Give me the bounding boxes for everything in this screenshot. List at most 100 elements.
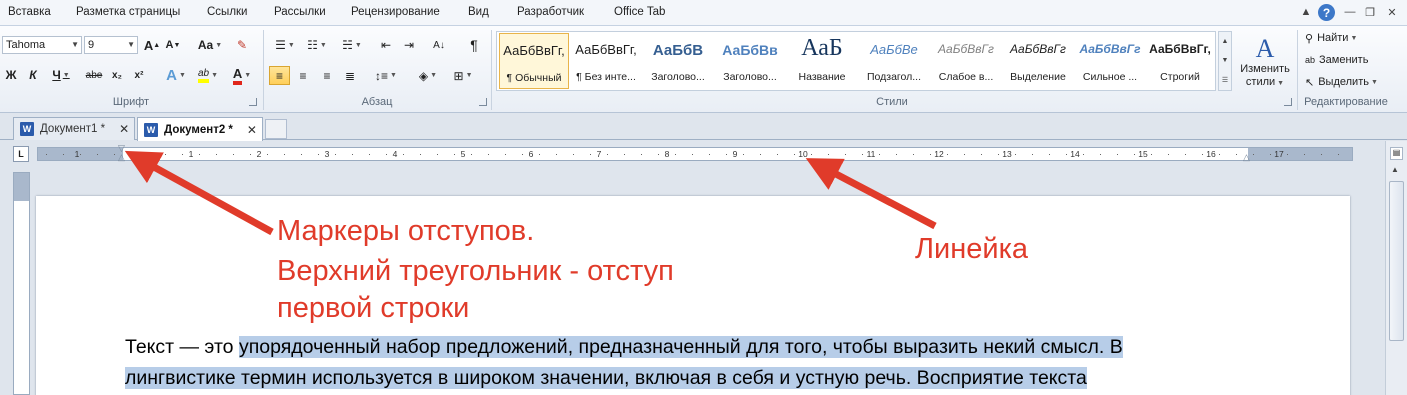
- align-right-button[interactable]: ≡: [317, 66, 337, 85]
- styles-gallery: АаБбВвГг, ¶ Обычный АаБбВвГг, ¶ Без инте…: [496, 31, 1216, 91]
- text-effects-button[interactable]: A ▼: [163, 66, 189, 84]
- scroll-up-icon[interactable]: ▲: [1391, 165, 1399, 174]
- grow-font-button[interactable]: A ▲: [143, 36, 161, 54]
- ruler-tick: [930, 154, 931, 155]
- style-strong[interactable]: АаБбВвГг, Строгий: [1145, 33, 1215, 89]
- document-line-1[interactable]: Текст — это упорядоченный набор предложе…: [125, 336, 1123, 359]
- line-spacing-button[interactable]: ↕≡ ▼: [371, 66, 401, 85]
- tab-mailings[interactable]: Рассылки: [274, 6, 326, 18]
- ruler-tick: [522, 154, 523, 155]
- tab-developer[interactable]: Разработчик: [517, 6, 584, 18]
- ruler-tick: [692, 154, 693, 155]
- ruler-number: 16: [1206, 149, 1216, 159]
- justify-button[interactable]: ≣: [340, 66, 360, 85]
- scrollbar-thumb[interactable]: [1389, 181, 1404, 341]
- style-no-spacing[interactable]: АаБбВвГг, ¶ Без инте...: [571, 33, 641, 89]
- paragraph-dialog-launcher-icon[interactable]: [479, 98, 487, 106]
- change-case-button[interactable]: Aa ▼: [196, 36, 224, 54]
- subscript-button[interactable]: x₂: [108, 66, 126, 84]
- styles-dialog-launcher-icon[interactable]: [1284, 98, 1292, 106]
- numbering-button[interactable]: ☷ ▼: [303, 36, 331, 54]
- font-color-button[interactable]: A ▼: [227, 66, 257, 85]
- tab-stop-selector[interactable]: L: [13, 146, 29, 162]
- shrink-font-button[interactable]: A ▼: [164, 36, 182, 54]
- style-heading-2[interactable]: АаБбВв Заголово...: [715, 33, 785, 89]
- style-subtle-emphasis[interactable]: АаБбВвГг Слабое в...: [931, 33, 1001, 89]
- tab-insert[interactable]: Вставка: [8, 6, 51, 18]
- strikethrough-button[interactable]: abe: [83, 66, 105, 84]
- ribbon-minimize-icon[interactable]: ▲: [1298, 4, 1314, 20]
- select-button[interactable]: ↖ Выделить ▼: [1305, 74, 1378, 90]
- style-heading-1[interactable]: АаБбВ Заголово...: [643, 33, 713, 89]
- bold-button[interactable]: Ж: [2, 66, 20, 84]
- tab-page-layout[interactable]: Разметка страницы: [76, 6, 180, 18]
- font-dialog-launcher-icon[interactable]: [249, 98, 257, 106]
- style-sample: АаБбВвГг: [1010, 42, 1066, 56]
- ruler-tick: [471, 154, 472, 155]
- chevron-up-icon[interactable]: ▲: [1222, 38, 1229, 45]
- shading-button[interactable]: ◈ ▼: [413, 66, 443, 85]
- ribbon: Tahoma ▼ 9 ▼ A ▲ A ▼ Aa ▼ ✎ Ж К Ч ▼ abe x₂ x² …: [0, 26, 1407, 113]
- tab-references[interactable]: Ссылки: [207, 6, 248, 18]
- right-indent-marker[interactable]: △: [1243, 153, 1250, 162]
- change-styles-button[interactable]: A Изменить стили ▼: [1237, 30, 1293, 94]
- document-line-2[interactable]: лингвистике термин используется в широко…: [125, 367, 1087, 390]
- horizontal-ruler[interactable]: 1 1 2 3 4 5 6 7 8 9 10 11 12 13 14 15 16 17 ▽ △ △: [37, 144, 1353, 162]
- style-normal[interactable]: АаБбВвГг, ¶ Обычный: [499, 33, 569, 89]
- style-emphasis[interactable]: АаБбВвГг Выделение: [1003, 33, 1073, 89]
- close-window-icon[interactable]: ✕: [1384, 4, 1400, 20]
- align-center-button[interactable]: ≡: [293, 66, 313, 85]
- close-icon[interactable]: ✕: [119, 122, 129, 136]
- hanging-indent-marker[interactable]: △: [118, 153, 125, 162]
- styles-gallery-scroll[interactable]: ▲ ▼ ☰: [1218, 31, 1232, 91]
- style-sample: АаБбВв: [722, 42, 778, 58]
- doc-tab-2[interactable]: W Документ2 * ✕: [137, 117, 263, 141]
- ruler-tick: [624, 154, 625, 155]
- ruler-tick: [1015, 154, 1016, 155]
- find-button[interactable]: ⚲ Найти ▼: [1305, 30, 1357, 46]
- ruler-tick: [1083, 154, 1084, 155]
- sort-icon[interactable]: А↓: [430, 36, 448, 54]
- multilevel-list-button[interactable]: ☵ ▼: [337, 36, 367, 54]
- font-name-combo[interactable]: Tahoma ▼: [2, 36, 82, 54]
- style-intense-emphasis[interactable]: АаБбВвГг Сильное ...: [1075, 33, 1145, 89]
- minimize-window-icon[interactable]: —: [1342, 4, 1358, 20]
- underline-button[interactable]: Ч ▼: [48, 66, 74, 84]
- style-subtitle[interactable]: АаБбВе Подзагол...: [859, 33, 929, 89]
- show-marks-button[interactable]: ¶: [465, 36, 483, 54]
- ruler-tick: [80, 154, 81, 155]
- ruler-tick: [505, 154, 506, 155]
- chevron-down-icon[interactable]: ▼: [1222, 57, 1229, 64]
- bullets-button[interactable]: ☰ ▼: [271, 36, 299, 54]
- ruler-tick: [199, 154, 200, 155]
- ruler-number: 4: [392, 149, 398, 159]
- restore-window-icon[interactable]: ❐: [1362, 4, 1378, 20]
- superscript-button[interactable]: x²: [130, 66, 148, 84]
- italic-button[interactable]: К: [24, 66, 42, 84]
- gallery-more-icon[interactable]: ☰: [1222, 76, 1228, 84]
- document-page[interactable]: [36, 196, 1350, 395]
- replace-button[interactable]: ab Заменить: [1305, 52, 1368, 68]
- borders-button[interactable]: ⊞ ▼: [448, 66, 478, 85]
- style-title[interactable]: АаБ Название: [787, 33, 857, 89]
- ruler-tick: [386, 154, 387, 155]
- ruler-tick: [658, 154, 659, 155]
- ruler-tick: [148, 154, 149, 155]
- close-icon[interactable]: ✕: [247, 123, 257, 137]
- ruler-tick: [335, 154, 336, 155]
- ruler-tick: [488, 154, 489, 155]
- tab-office-tab[interactable]: Office Tab: [614, 6, 665, 18]
- tab-review[interactable]: Рецензирование: [351, 6, 440, 18]
- font-size-combo[interactable]: 9 ▼: [84, 36, 138, 54]
- vertical-scrollbar[interactable]: ▤ ▲: [1385, 141, 1407, 395]
- ruler-toggle-icon[interactable]: ▤: [1390, 147, 1403, 160]
- clear-formatting-icon[interactable]: ✎: [233, 36, 251, 54]
- tab-view[interactable]: Вид: [468, 6, 489, 18]
- new-tab-button[interactable]: [265, 119, 287, 139]
- increase-indent-icon[interactable]: ⇥: [400, 36, 418, 54]
- highlight-button[interactable]: ab ▼: [193, 66, 223, 84]
- align-left-button[interactable]: ≡: [269, 66, 290, 85]
- decrease-indent-icon[interactable]: ⇤: [377, 36, 395, 54]
- doc-tab-1[interactable]: W Документ1 * ✕: [13, 117, 135, 140]
- help-icon[interactable]: ?: [1318, 4, 1335, 21]
